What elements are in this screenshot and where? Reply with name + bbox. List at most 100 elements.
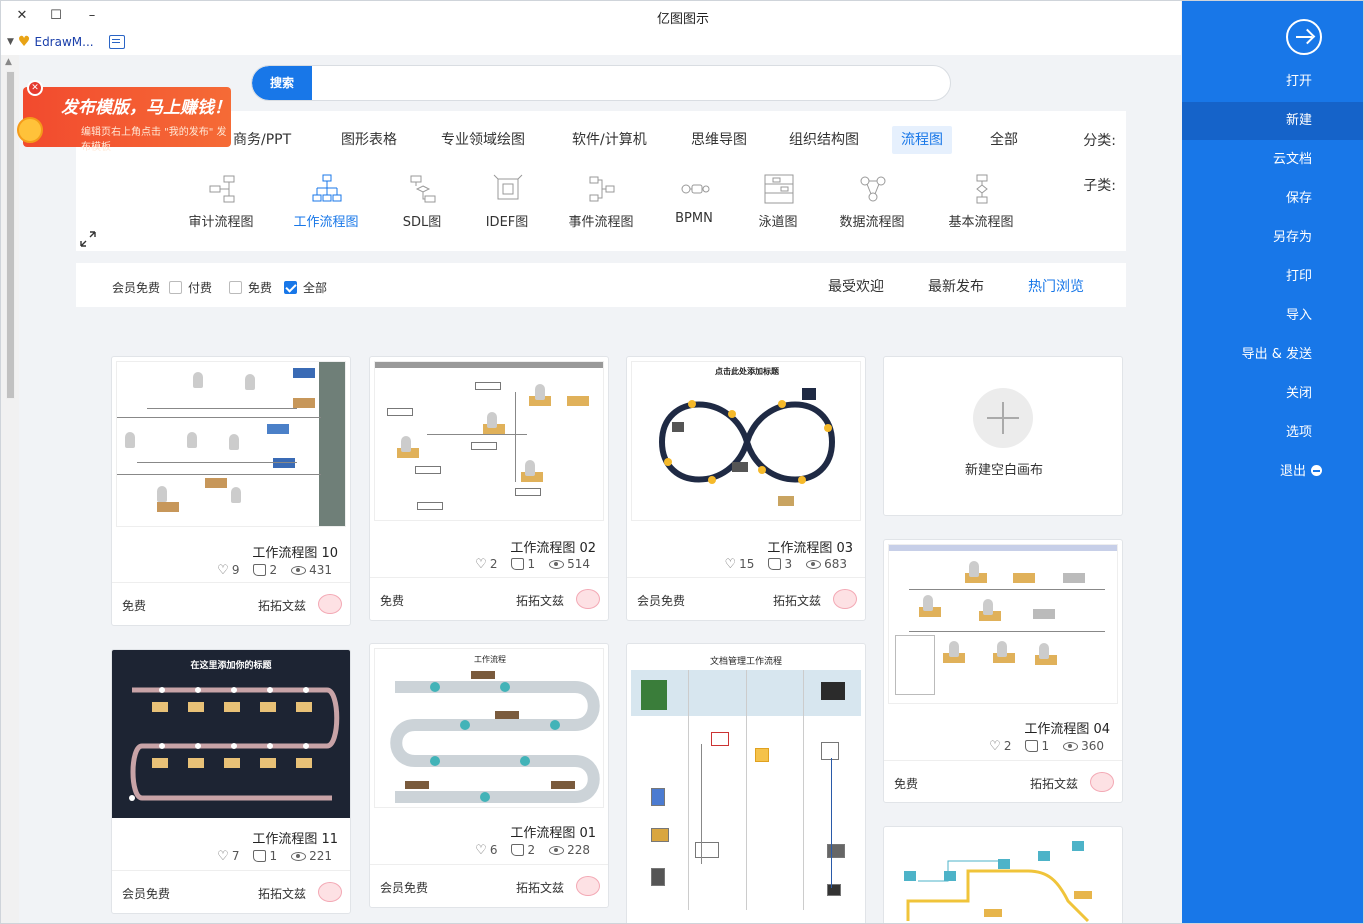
search-input[interactable] <box>314 66 944 100</box>
sidebar-item-new[interactable]: 新建 <box>1182 102 1363 140</box>
subcategory-audit-flowchart[interactable]: 审计流程图 <box>171 173 271 233</box>
author-avatar[interactable] <box>833 589 857 609</box>
template-title: 工作流程图 11 <box>252 832 338 847</box>
category-professional[interactable]: 专业领域绘图 <box>432 126 534 154</box>
template-price: 免费 <box>122 599 147 613</box>
sort-popular[interactable]: 热门浏览 <box>1028 276 1084 296</box>
subcategory-idef[interactable]: IDEF图 <box>457 173 557 233</box>
like-icon <box>768 558 782 570</box>
template-footer: 会员免费 拓拓文兹 <box>112 870 350 913</box>
template-footer: 会员免费 拓拓文兹 <box>627 577 865 620</box>
template-card[interactable]: 在这里添加你的标题 工作流程图 11 ♡ 7 1 221 会员免费 拓拓文兹 <box>111 649 351 914</box>
heart-icon: ♡ <box>724 556 737 572</box>
sidebar-item-import[interactable]: 导入 <box>1182 297 1363 335</box>
template-title: 工作流程图 03 <box>767 541 853 556</box>
template-author[interactable]: 拓拓文兹 <box>258 597 306 614</box>
template-card[interactable]: 文档管理工作流程 <box>626 643 866 923</box>
sidebar-item-print[interactable]: 打印 <box>1182 258 1363 296</box>
category-mind-map[interactable]: 思维导图 <box>682 126 756 154</box>
author-avatar[interactable] <box>576 589 600 609</box>
template-title: 工作流程图 01 <box>510 826 596 841</box>
author-avatar[interactable] <box>318 594 342 614</box>
filter-all-checkbox[interactable]: 全部 <box>284 279 327 296</box>
menu-bar: ▼ ♥ EdrawM... <box>1 31 1181 55</box>
sidebar-item-cloud-docs[interactable]: 云文档 <box>1182 141 1363 179</box>
feedback-icon[interactable] <box>109 35 125 49</box>
subcategory-event-flowchart[interactable]: 事件流程图 <box>551 173 651 233</box>
new-blank-canvas-card[interactable]: 新建空白画布 <box>883 356 1123 516</box>
template-card[interactable]: 点击此处添加标题 工作流程图 03 ♡ 15 3 683 会员免费 拓拓文兹 <box>626 356 866 621</box>
template-author[interactable]: 拓拓文兹 <box>1030 775 1078 792</box>
category-all[interactable]: 全部 <box>981 126 1027 154</box>
sidebar-item-open[interactable]: 打开 <box>1182 63 1363 101</box>
category-flowchart[interactable]: 流程图 <box>892 126 952 154</box>
filter-free-checkbox[interactable]: 免费 <box>229 279 272 296</box>
sidebar-item-exit[interactable]: 退出 <box>1182 453 1363 491</box>
views-count: 514 <box>549 557 590 571</box>
dropdown-arrow-icon: ▼ <box>7 37 14 47</box>
close-ad-icon[interactable]: ✕ <box>27 80 43 96</box>
brand-menu[interactable]: ▼ ♥ EdrawM... <box>7 34 94 50</box>
sidebar-item-save[interactable]: 保存 <box>1182 180 1363 218</box>
template-author[interactable]: 拓拓文兹 <box>516 592 564 609</box>
vertical-scrollbar[interactable]: ▲ <box>1 55 19 923</box>
subcategory-basic-flowchart[interactable]: 基本流程图 <box>931 173 1031 233</box>
likes-count: 1 <box>511 557 535 571</box>
scrollbar-thumb[interactable] <box>6 71 15 399</box>
sidebar-item-save-as[interactable]: 另存为 <box>1182 219 1363 257</box>
sidebar-item-close[interactable]: 关闭 <box>1182 375 1363 413</box>
author-avatar[interactable] <box>576 876 600 896</box>
sort-filter-bar: 热门浏览 最新发布 最受欢迎 全部 免费 付费 会员免费 <box>76 263 1126 307</box>
filter-label: 免费 <box>248 281 273 295</box>
back-arrow-icon[interactable] <box>1286 19 1322 55</box>
template-stats: ♡ 2 1 514 <box>475 557 590 571</box>
thumbnail-header-bar <box>889 545 1117 551</box>
checkbox-checked <box>284 281 297 294</box>
filter-paid-checkbox[interactable]: 付费 <box>169 279 212 296</box>
sort-favorite[interactable]: 最受欢迎 <box>828 276 884 296</box>
checkbox <box>229 281 242 294</box>
sort-latest[interactable]: 最新发布 <box>928 276 984 296</box>
sidebar-item-options[interactable]: 选项 <box>1182 414 1363 452</box>
filter-member-free-checkbox[interactable]: 会员免费 <box>112 279 160 296</box>
eye-icon <box>291 851 307 861</box>
subcategory-work-flowchart[interactable]: 工作流程图 <box>276 173 376 233</box>
search-button[interactable]: 搜索 <box>252 66 312 100</box>
category-org-chart[interactable]: 组织结构图 <box>780 126 868 154</box>
publish-template-ad-banner[interactable]: 发布模版，马上赚钱！ 编辑页右上角点击 "我的发布" 发布模板 <box>17 87 231 153</box>
template-thumbnail <box>116 361 346 527</box>
template-author[interactable]: 拓拓文兹 <box>258 885 306 902</box>
template-card[interactable]: 工作流程图 04 ♡ 2 1 360 免费 拓拓文兹 <box>883 539 1123 803</box>
sidebar-item-export-send[interactable]: 导出 & 发送 <box>1182 336 1363 374</box>
author-avatar[interactable] <box>318 882 342 902</box>
like-icon <box>253 850 267 862</box>
category-graphic-tables[interactable]: 图形表格 <box>332 126 406 154</box>
likes-count: 2 <box>253 563 277 577</box>
template-thumbnail: 文档管理工作流程 <box>631 648 861 923</box>
template-card[interactable]: 工作流程 工作流程图 01 ♡ 6 2 228 会员免费 拓拓文兹 <box>369 643 609 908</box>
category-business-ppt[interactable]: 商务/PPT <box>224 126 300 154</box>
scroll-up-icon[interactable]: ▲ <box>5 57 12 67</box>
plus-icon <box>973 388 1033 448</box>
template-card[interactable]: 工作流程图 10 ♡ 9 2 431 免费 拓拓文兹 <box>111 356 351 626</box>
template-card[interactable]: 工作流程图 02 ♡ 2 1 514 免费 拓拓文兹 <box>369 356 609 621</box>
favorites-count: ♡ 15 <box>724 556 755 572</box>
likes-count: 1 <box>1025 739 1049 753</box>
favorites-count: ♡ 6 <box>475 842 498 858</box>
idef-icon <box>493 174 523 200</box>
ad-title: 发布模版，马上赚钱！ <box>61 98 231 118</box>
author-avatar[interactable] <box>1090 772 1114 792</box>
likes-count: 2 <box>511 843 535 857</box>
likes-count: 3 <box>768 557 792 571</box>
expand-icon[interactable] <box>80 231 96 247</box>
template-card[interactable] <box>883 826 1123 923</box>
template-stats: ♡ 2 1 360 <box>989 739 1104 753</box>
coin-icon <box>17 117 43 143</box>
subcategory-bpmn[interactable]: BPMN <box>644 173 744 233</box>
subcategory-data-flowchart[interactable]: 数据流程图 <box>822 173 922 233</box>
category-software[interactable]: 软件/计算机 <box>563 126 656 154</box>
thumbnail-heading: 文档管理工作流程 <box>709 657 782 667</box>
template-author[interactable]: 拓拓文兹 <box>516 879 564 896</box>
template-author[interactable]: 拓拓文兹 <box>773 592 821 609</box>
subcategory-sdl[interactable]: SDL图 <box>372 173 472 233</box>
